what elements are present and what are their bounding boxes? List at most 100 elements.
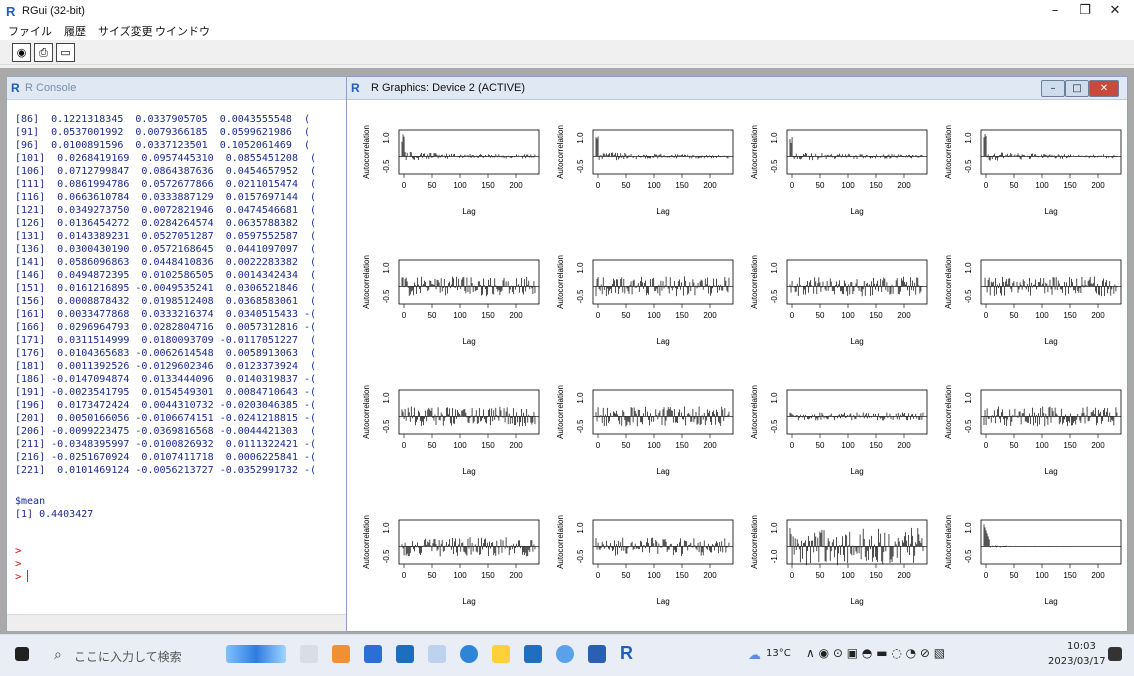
x-tick-label: 150 xyxy=(481,311,495,320)
console-output[interactable]: [86] 0.1221318345 0.0337905705 0.0043555… xyxy=(7,100,351,610)
acf-plot-grid: 1.0 -0.5 Autocorrelation 0 50 100 150 200 Lag 1.0… xyxy=(347,100,1127,630)
text-cursor xyxy=(27,570,28,582)
console-prompt[interactable]: > xyxy=(15,544,22,557)
x-tick-label: 150 xyxy=(1063,181,1077,190)
menu-bar: ファイル 履歴 サイズ変更 ウインドウ xyxy=(0,22,1134,40)
x-tick-label: 50 xyxy=(816,571,825,580)
app-icon-2[interactable] xyxy=(428,645,446,663)
app-icon-3[interactable] xyxy=(556,645,574,663)
x-tick-label: 100 xyxy=(1035,441,1049,450)
weather-temp: 13°C xyxy=(766,648,791,659)
x-tick-label: 150 xyxy=(869,441,883,450)
y-axis-label: Autocorrelation xyxy=(556,255,565,309)
acf-plot: 1.0 -0.5 Autocorrelation 0 50 100 150 200 Lag xyxy=(741,240,931,370)
menu-file[interactable]: ファイル xyxy=(8,23,52,39)
graphics-window[interactable]: R R Graphics: Device 2 (ACTIVE) – □ ✕ 1.… xyxy=(346,76,1128,632)
x-tick-label: 0 xyxy=(596,441,601,450)
x-tick-label: 200 xyxy=(703,181,717,190)
graphics-minimize-button[interactable]: – xyxy=(1041,80,1065,97)
x-axis-label: Lag xyxy=(656,597,669,606)
console-line: [96] 0.0100891596 0.0337123501 0.1052061… xyxy=(15,140,311,151)
acf-plot: 1.0 -0.5 Autocorrelation 0 50 100 150 200 Lag xyxy=(741,110,931,240)
x-tick-label: 150 xyxy=(1063,571,1077,580)
x-tick-label: 100 xyxy=(647,311,661,320)
app-icon-1[interactable] xyxy=(332,645,350,663)
x-tick-label: 200 xyxy=(703,441,717,450)
edge-icon[interactable] xyxy=(460,645,478,663)
acf-plot-svg: 1.0 -0.5 Autocorrelation 0 50 100 150 200 Lag xyxy=(556,385,734,476)
console-line: [116] 0.0663610784 0.0333887129 0.015769… xyxy=(15,192,317,203)
acf-plot: 1.0 -0.5 Autocorrelation 0 50 100 150 200 Lag xyxy=(353,500,543,630)
y-axis-label: Autocorrelation xyxy=(362,515,371,569)
plot-frame xyxy=(398,519,540,565)
r-logo-icon: R xyxy=(351,81,360,95)
x-tick-label: 200 xyxy=(1091,181,1105,190)
window-icon[interactable]: ▭ xyxy=(56,43,75,62)
x-tick-label: 0 xyxy=(984,311,989,320)
x-tick-label: 0 xyxy=(402,571,407,580)
taskbar-search[interactable]: ⌕ ここに入力して検索 xyxy=(48,641,218,671)
y-tick-label: -0.5 xyxy=(382,159,391,173)
x-tick-label: 100 xyxy=(453,441,467,450)
console-line: [186] -0.0147094874 0.0133444096 0.01403… xyxy=(15,374,317,385)
task-view-icon[interactable] xyxy=(300,645,318,663)
x-tick-label: 150 xyxy=(675,571,689,580)
x-axis-label: Lag xyxy=(850,337,863,346)
console-title: R Console xyxy=(25,82,77,94)
console-titlebar: R R Console xyxy=(7,77,351,100)
x-tick-label: 100 xyxy=(647,441,661,450)
graphics-restore-button[interactable]: □ xyxy=(1065,80,1089,97)
outlook-icon[interactable] xyxy=(524,645,542,663)
y-tick-label: 1.0 xyxy=(382,522,391,534)
restore-button[interactable]: ❐ xyxy=(1068,3,1102,19)
acf-plot-svg: 1.0 -0.5 Autocorrelation 0 50 100 150 200 Lag xyxy=(944,385,1122,476)
x-axis-label: Lag xyxy=(656,467,669,476)
x-tick-label: 100 xyxy=(1035,181,1049,190)
r-console-window[interactable]: R R Console [86] 0.1221318345 0.03379057… xyxy=(6,76,352,632)
print-icon[interactable]: ⎙ xyxy=(34,43,53,62)
x-tick-label: 100 xyxy=(841,311,855,320)
y-axis-label: Autocorrelation xyxy=(750,515,759,569)
y-tick-label: -0.5 xyxy=(964,549,973,563)
store-icon[interactable] xyxy=(396,645,414,663)
word-icon[interactable] xyxy=(588,645,606,663)
mail-icon[interactable] xyxy=(364,645,382,663)
x-tick-label: 0 xyxy=(596,181,601,190)
x-axis-label: Lag xyxy=(1044,337,1057,346)
x-tick-label: 200 xyxy=(509,441,523,450)
plot-frame xyxy=(592,129,734,175)
acf-plot-svg: 1.0 -0.5 Autocorrelation 0 50 100 150 200 Lag xyxy=(944,255,1122,346)
menu-resize[interactable]: サイズ変更 xyxy=(98,23,153,39)
app-title: RGui (32-bit) xyxy=(22,5,85,17)
graphics-close-button[interactable]: ✕ xyxy=(1089,80,1119,97)
console-line: [221] 0.0101469124 -0.0056213727 -0.0352… xyxy=(15,465,317,476)
windows-start-icon[interactable] xyxy=(15,647,29,661)
horizontal-scrollbar[interactable] xyxy=(7,614,351,631)
x-tick-label: 200 xyxy=(1091,441,1105,450)
close-button[interactable]: ✕ xyxy=(1098,3,1132,19)
r-taskbar-icon[interactable]: R xyxy=(620,643,638,663)
x-tick-label: 50 xyxy=(428,311,437,320)
menu-window[interactable]: ウインドウ xyxy=(155,23,210,39)
tray-icons[interactable]: ∧ ◉ ⊙ ▣ ◓ ▬ ◌ ◔ ⊘ ▧ xyxy=(806,646,945,660)
x-tick-label: 150 xyxy=(869,571,883,580)
acf-plot-svg: 1.0 -0.5 Autocorrelation 0 50 100 150 200 Lag xyxy=(944,125,1122,216)
x-tick-label: 200 xyxy=(703,311,717,320)
console-line: [176] 0.0104365683 -0.0062614548 0.00589… xyxy=(15,348,317,359)
camera-icon[interactable]: ◉ xyxy=(12,43,31,62)
graphics-title: R Graphics: Device 2 (ACTIVE) xyxy=(371,82,526,94)
y-axis-label: Autocorrelation xyxy=(944,125,953,179)
minimize-button[interactable]: – xyxy=(1038,3,1072,19)
menu-history[interactable]: 履歴 xyxy=(64,23,86,39)
x-tick-label: 200 xyxy=(897,181,911,190)
cloud-icon: ☁ xyxy=(748,648,761,663)
landscape-widget-icon[interactable] xyxy=(226,645,286,663)
x-tick-label: 150 xyxy=(675,441,689,450)
explorer-icon[interactable] xyxy=(492,645,510,663)
console-prompt[interactable]: > xyxy=(15,557,22,570)
x-tick-label: 0 xyxy=(402,181,407,190)
x-tick-label: 50 xyxy=(622,181,631,190)
clock-date: 2023/03/17 xyxy=(1048,656,1106,667)
notification-icon[interactable] xyxy=(1108,647,1122,661)
console-prompt[interactable]: > xyxy=(15,570,22,583)
